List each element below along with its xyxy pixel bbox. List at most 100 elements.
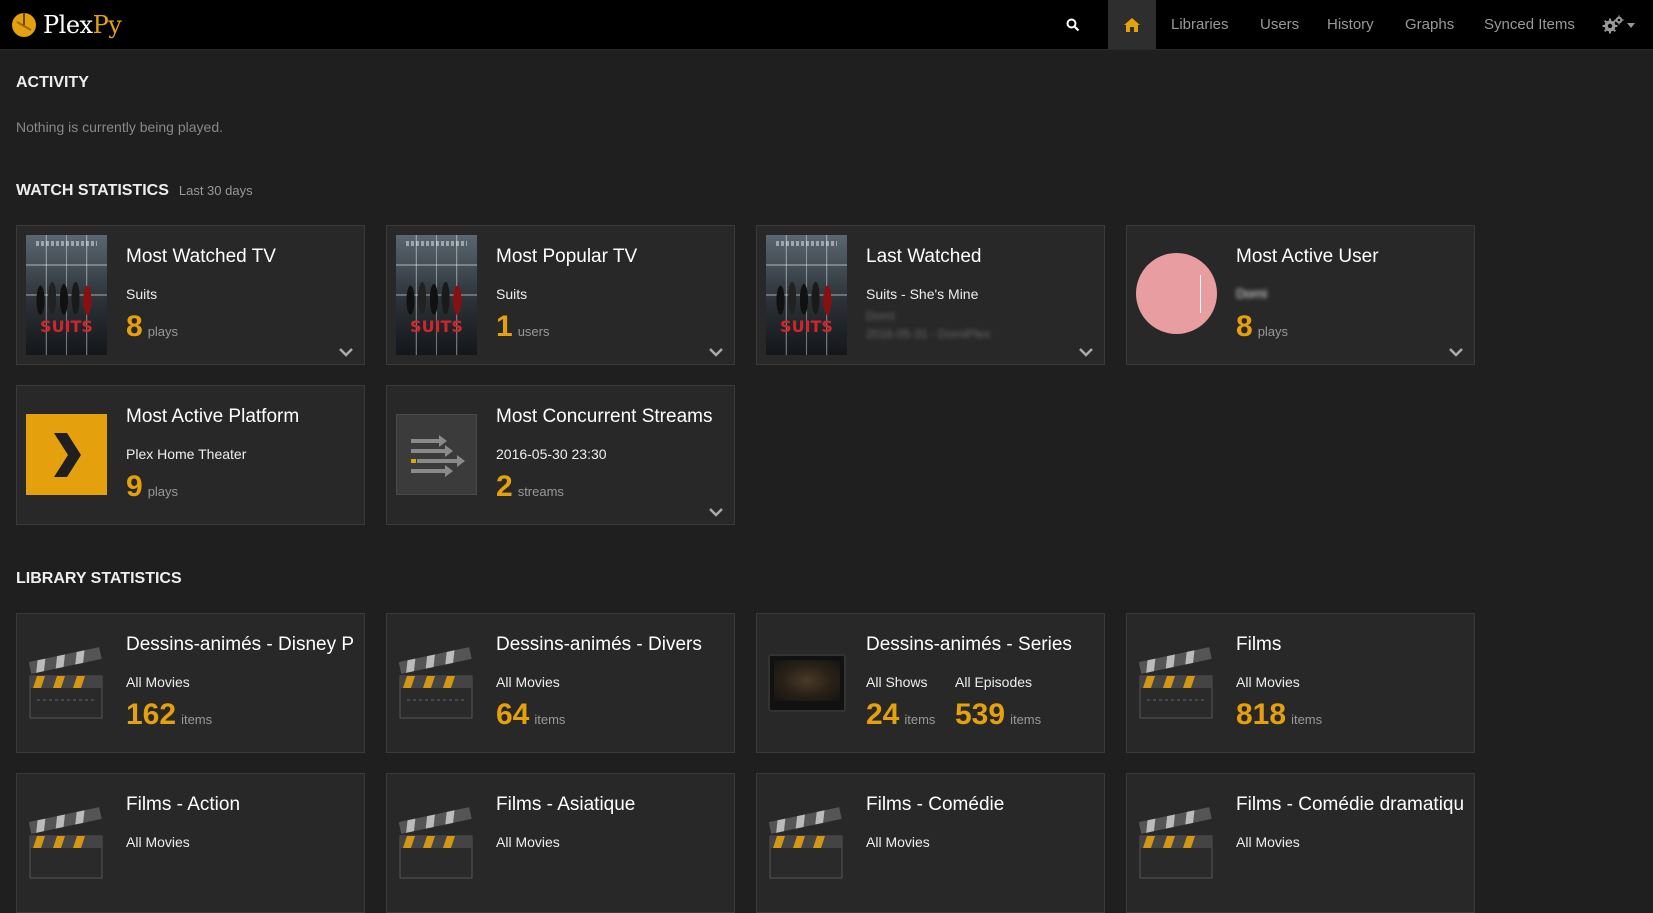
- library-card-films-action[interactable]: Films - Action All Movies: [16, 773, 365, 913]
- library-count-number: 539: [955, 698, 1006, 731]
- stat-card-most-active-platform[interactable]: Most Active Platform Plex Home Theater 9…: [16, 385, 365, 525]
- nav-graphs[interactable]: Graphs: [1405, 0, 1454, 49]
- movie-clapperboard-icon: [1138, 647, 1213, 719]
- stat-unit: plays: [147, 484, 179, 499]
- library-count-secondary: 539 items: [955, 698, 1041, 732]
- search-button[interactable]: [1060, 13, 1086, 37]
- library-type-secondary: All Episodes: [955, 674, 1033, 690]
- nav-synced-items[interactable]: Synced Items: [1484, 0, 1575, 49]
- show-poster[interactable]: SUITS: [26, 235, 107, 355]
- stat-unit: plays: [1257, 324, 1289, 339]
- library-count-number: 818: [1236, 698, 1287, 731]
- stat-card-most-popular-tv[interactable]: SUITS Most Popular TV Suits 1 users: [386, 225, 735, 365]
- library-card-dessins-animes-series[interactable]: Dessins-animés - Series All Shows All Ep…: [756, 613, 1105, 753]
- library-title[interactable]: Dessins-animés - Series: [866, 634, 1094, 656]
- stat-number: 8: [126, 310, 143, 343]
- stat-title: Most Active Platform: [126, 406, 300, 427]
- nav-home[interactable]: [1108, 0, 1156, 49]
- stat-item-name[interactable]: Suits: [126, 286, 157, 302]
- nav-libraries[interactable]: Libraries: [1171, 0, 1229, 49]
- library-title[interactable]: Films: [1236, 634, 1464, 656]
- library-count: 818 items: [1236, 698, 1322, 732]
- settings-dropdown[interactable]: [1602, 14, 1635, 36]
- movie-clapperboard-icon: [398, 807, 473, 879]
- stat-title: Most Popular TV: [496, 246, 638, 267]
- library-count-number: 24: [866, 698, 900, 731]
- poster-title: SUITS: [780, 317, 833, 336]
- chevron-down-icon[interactable]: [338, 346, 354, 358]
- movie-clapperboard-icon: [398, 647, 473, 719]
- home-icon: [1124, 17, 1140, 32]
- watch-statistics-title: WATCH STATISTICS: [16, 182, 169, 199]
- stat-title: Most Concurrent Streams: [496, 406, 713, 427]
- library-count-unit: items: [534, 712, 566, 727]
- streams-icon: [396, 414, 477, 495]
- library-title[interactable]: Films - Asiatique: [496, 794, 724, 816]
- library-type: All Movies: [866, 834, 930, 850]
- library-count: 162 items: [126, 698, 212, 732]
- brand-name: PlexPy: [43, 11, 122, 39]
- library-count-unit: items: [904, 712, 936, 727]
- show-poster[interactable]: SUITS: [396, 235, 477, 355]
- chevron-down-icon[interactable]: [1078, 346, 1094, 358]
- stat-item-name[interactable]: Suits: [496, 286, 527, 302]
- stat-number: 2: [496, 470, 513, 503]
- stat-number: 8: [1236, 310, 1253, 343]
- library-type: All Movies: [1236, 674, 1300, 690]
- stat-value: 8 plays: [1236, 310, 1288, 344]
- library-title[interactable]: Films - Comédie dramatique: [1236, 794, 1464, 816]
- nav-history[interactable]: History: [1327, 0, 1374, 49]
- library-card-films-comedie-dramatique[interactable]: Films - Comédie dramatique All Movies: [1126, 773, 1475, 913]
- stat-title: Most Watched TV: [126, 246, 276, 267]
- library-count-unit: items: [181, 712, 213, 727]
- plexpy-logo-icon: [12, 13, 36, 37]
- stat-unit: users: [517, 324, 550, 339]
- brand-py-text: Py: [92, 11, 122, 39]
- stat-card-most-concurrent-streams[interactable]: Most Concurrent Streams 2016-05-30 23:30…: [386, 385, 735, 525]
- library-type: All Movies: [1236, 834, 1300, 850]
- library-card-dessins-animes-divers[interactable]: Dessins-animés - Divers All Movies 64 ite…: [386, 613, 735, 753]
- show-poster[interactable]: SUITS: [766, 235, 847, 355]
- stat-card-most-watched-tv[interactable]: SUITS Most Watched TV Suits 8 plays: [16, 225, 365, 365]
- stat-value: 9 plays: [126, 470, 178, 504]
- last-watched-user: Dorni: [866, 309, 895, 323]
- caret-down-icon: [1627, 22, 1635, 28]
- stat-card-last-watched[interactable]: SUITS Last Watched Suits - She's Mine Do…: [756, 225, 1105, 365]
- library-title[interactable]: Dessins-animés - Divers: [496, 634, 724, 656]
- library-type: All Movies: [496, 834, 560, 850]
- top-navbar: PlexPy Libraries Users History Graphs Sy…: [0, 0, 1653, 50]
- library-card-films-asiatique[interactable]: Films - Asiatique All Movies: [386, 773, 735, 913]
- brand-logo-link[interactable]: PlexPy: [12, 11, 122, 39]
- activity-heading: ACTIVITY: [16, 74, 89, 91]
- stat-number: 1: [496, 310, 513, 343]
- movie-clapperboard-icon: [28, 647, 103, 719]
- stat-unit: streams: [517, 484, 564, 499]
- chevron-down-icon[interactable]: [1448, 346, 1464, 358]
- library-title[interactable]: Films - Action: [126, 794, 354, 816]
- library-card-films-comedie[interactable]: Films - Comédie All Movies: [756, 773, 1105, 913]
- nav-users[interactable]: Users: [1260, 0, 1299, 49]
- watch-statistics-subtitle: Last 30 days: [178, 183, 253, 198]
- library-count: 64 items: [496, 698, 565, 732]
- library-statistics-heading: LIBRARY STATISTICS: [16, 570, 182, 587]
- stat-title: Last Watched: [866, 246, 982, 267]
- chevron-down-icon[interactable]: [708, 346, 724, 358]
- stat-number: 9: [126, 470, 143, 503]
- chevron-down-icon[interactable]: [708, 506, 724, 518]
- stat-user-name[interactable]: Dorni: [1236, 286, 1267, 301]
- library-card-films[interactable]: Films All Movies 818 items: [1126, 613, 1475, 753]
- stat-card-most-active-user[interactable]: Most Active User Dorni 8 plays: [1126, 225, 1475, 365]
- library-card-dessins-animes-disney-pixar[interactable]: Dessins-animés - Disney Pixar All Movies…: [16, 613, 365, 753]
- library-title[interactable]: Dessins-animés - Disney Pixar: [126, 634, 354, 656]
- tv-show-icon: [768, 654, 846, 712]
- stat-item-name[interactable]: Suits - She's Mine: [866, 286, 978, 302]
- library-type: All Movies: [126, 834, 190, 850]
- user-avatar[interactable]: [1136, 253, 1217, 334]
- library-title[interactable]: Films - Comédie: [866, 794, 1094, 816]
- library-count-unit: items: [1010, 712, 1042, 727]
- stat-unit: plays: [147, 324, 179, 339]
- plex-platform-icon: [26, 414, 107, 495]
- brand-plex-text: Plex: [43, 11, 93, 39]
- library-count-number: 64: [496, 698, 530, 731]
- activity-empty-message: Nothing is currently being played.: [16, 119, 224, 135]
